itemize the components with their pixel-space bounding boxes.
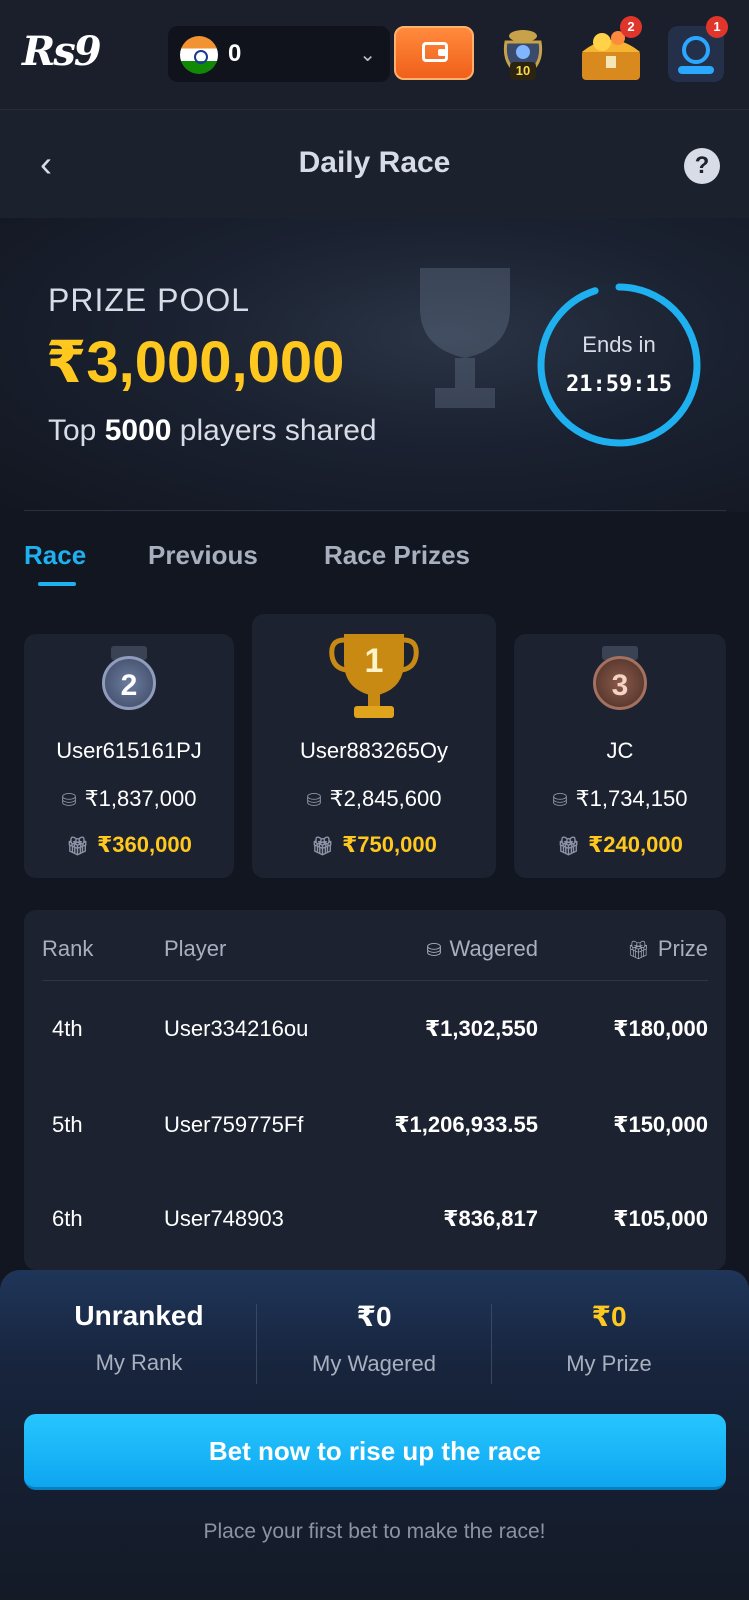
my-rank-label: My Rank (95, 1350, 183, 1375)
row-prize: ₹150,000 (613, 1112, 708, 1137)
prize-pool-subtitle: Top 5000 players shared (48, 414, 377, 447)
tab-race[interactable]: Race (24, 540, 86, 571)
my-prize-label: My Prize (566, 1351, 652, 1376)
table-row[interactable]: 5th User759775Ff ₹1,206,933.55 ₹150,000 (24, 1078, 726, 1174)
first-bet-hint: Place your first bet to make the race! (203, 1520, 546, 1543)
page-title: Daily Race (298, 146, 451, 179)
coins-icon: ⛁ (61, 790, 77, 810)
table-row[interactable]: 6th User748903 ₹836,817 ₹105,000 (24, 1172, 726, 1268)
india-flag-icon (180, 36, 218, 74)
tab-race-prizes[interactable]: Race Prizes (324, 540, 470, 571)
treasure-chest-icon[interactable]: 2 (578, 16, 644, 84)
trophy-background-icon (420, 268, 510, 408)
brand-logo[interactable]: Rs9 (22, 28, 114, 76)
player-name: User883265Oy (300, 738, 448, 763)
divider (42, 980, 708, 981)
podium-card-2nd[interactable]: 2 User615161PJ ⛁ ₹1,837,000 🎁︎ ₹360,000 (24, 634, 234, 878)
my-rank-value: Unranked (74, 1300, 204, 1331)
my-prize-stat: ₹0 My Prize (492, 1300, 726, 1377)
active-tab-indicator (38, 582, 76, 586)
balance-amount: 0 (228, 40, 242, 67)
my-wagered-value: ₹0 (356, 1301, 392, 1332)
coins-icon: ⛁ (552, 790, 568, 810)
row-player: User334216ou (164, 1016, 309, 1041)
top-bar: Rs9 0 ⌄ 10 2 1 (0, 0, 749, 110)
my-wagered-stat: ₹0 My Wagered (257, 1300, 491, 1377)
row-player: User748903 (164, 1206, 284, 1231)
bet-now-button[interactable]: Bet now to rise up the race (24, 1414, 726, 1490)
header-player: Player (164, 936, 227, 961)
chest-notification-badge: 2 (620, 16, 642, 38)
pot-level-badge: 10 (510, 62, 536, 80)
prize-pool-amount: ₹3,000,000 (46, 330, 345, 395)
prize-row: 🎁︎ ₹240,000 (557, 832, 683, 857)
row-rank: 5th (52, 1112, 83, 1137)
wallet-icon (422, 42, 448, 62)
treasure-pot-icon[interactable]: 10 (496, 22, 550, 84)
bronze-medal-icon: 3 (593, 656, 647, 710)
player-name: User615161PJ (56, 738, 202, 763)
help-icon[interactable]: ? (684, 148, 720, 184)
row-prize: ₹105,000 (613, 1206, 708, 1231)
timer-label: Ends in (582, 332, 656, 357)
row-rank: 6th (52, 1206, 83, 1231)
podium-card-1st[interactable]: 1 User883265Oy ⛁ ₹2,845,600 🎁︎ ₹750,000 (252, 614, 496, 878)
prize-row: 🎁︎ ₹750,000 (311, 832, 437, 857)
player-name: JC (606, 738, 634, 763)
header-wagered: ⛁ Wagered (426, 936, 538, 961)
gift-icon: 🎁︎ (627, 940, 650, 960)
row-player: User759775Ff (164, 1112, 304, 1137)
prize-pool-label: PRIZE POOL (48, 282, 251, 318)
page-header: ‹ Daily Race ? (0, 110, 749, 218)
header-prize: 🎁︎ Prize (627, 936, 708, 961)
countdown-timer: Ends in 21:59:15 (536, 282, 702, 448)
race-tabs: Race Previous Race Prizes (0, 536, 749, 586)
prize-pool-banner: PRIZE POOL ₹3,000,000 Top 5000 players s… (0, 218, 749, 512)
row-wagered: ₹836,817 (443, 1206, 538, 1231)
header-rank: Rank (42, 936, 94, 961)
prize-row: 🎁︎ ₹360,000 (66, 832, 192, 857)
gift-icon: 🎁︎ (311, 836, 334, 856)
wagered-row: ⛁ ₹1,837,000 (61, 786, 197, 811)
gift-icon: 🎁︎ (66, 836, 89, 856)
chevron-down-icon: ⌄ (359, 44, 376, 66)
timer-value: 21:59:15 (566, 372, 672, 397)
coins-icon: ⛁ (306, 790, 322, 810)
row-wagered: ₹1,206,933.55 (394, 1112, 538, 1137)
balance-selector[interactable]: 0 ⌄ (168, 26, 390, 82)
wagered-row: ⛁ ₹2,845,600 (306, 786, 442, 811)
wagered-row: ⛁ ₹1,734,150 (552, 786, 688, 811)
support-agent-icon (682, 36, 710, 64)
tab-previous[interactable]: Previous (148, 540, 258, 571)
row-rank: 4th (52, 1016, 83, 1041)
support-notification-badge: 1 (706, 16, 728, 38)
my-prize-value: ₹0 (591, 1301, 627, 1332)
divider (24, 510, 726, 511)
table-row[interactable]: 4th User334216ou ₹1,302,550 ₹180,000 (24, 982, 726, 1078)
my-wagered-label: My Wagered (312, 1351, 436, 1376)
support-button[interactable]: 1 (668, 16, 728, 82)
rank-number: 1 (364, 642, 384, 680)
podium-card-3rd[interactable]: 3 JC ⛁ ₹1,734,150 🎁︎ ₹240,000 (514, 634, 726, 878)
row-prize: ₹180,000 (613, 1016, 708, 1041)
my-rank-stat: Unranked My Rank (22, 1300, 256, 1376)
gift-icon: 🎁︎ (557, 836, 580, 856)
wallet-button[interactable] (394, 26, 474, 80)
leaderboard-table: Rank Player ⛁ Wagered 🎁︎ Prize 4th User334… (24, 910, 726, 1270)
row-wagered: ₹1,302,550 (424, 1016, 538, 1041)
coins-icon: ⛁ (426, 940, 442, 960)
silver-medal-icon: 2 (102, 656, 156, 710)
my-race-summary: Unranked My Rank ₹0 My Wagered ₹0 My Pri… (0, 1270, 749, 1600)
